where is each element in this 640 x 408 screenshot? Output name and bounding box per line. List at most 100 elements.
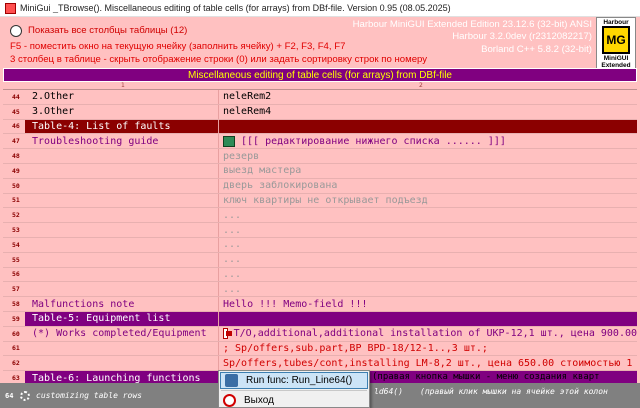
row-number: 51	[3, 193, 25, 208]
calendar-icon	[223, 328, 232, 340]
table-caption: Miscellaneous editing of table cells (fo…	[3, 68, 637, 82]
table-row[interactable]: 56...	[3, 267, 637, 283]
cell-col2-text: Sp/offers,tubes/cont,installing LM-8,2 ш…	[223, 357, 633, 369]
cell-col2[interactable]: [[[ редактирование нижнего списка ......…	[219, 134, 637, 149]
table-row[interactable]: 48 резерв	[3, 149, 637, 164]
table-row[interactable]: 62 Sp/offers,tubes/cont,installing LM-8,2…	[3, 356, 637, 372]
cell-col2[interactable]: ключ квартиры не открывает подъезд	[219, 193, 637, 208]
cell-col1[interactable]	[25, 356, 219, 371]
cell-col1[interactable]: Table-4: List of faults	[25, 119, 219, 134]
table-row[interactable]: 60 (*) Works completed/Equipment T/O,addit…	[3, 326, 637, 342]
table-row[interactable]: 59 Table-5: Equipment list	[3, 311, 637, 327]
row64-col2-text[interactable]: (правая кнопка мышки - меню создания ква…	[372, 372, 640, 382]
cell-col2[interactable]: neleRem2	[219, 90, 637, 104]
table-row[interactable]: 58 Malfunctions note Hello !!! Memo-field …	[3, 297, 637, 312]
cell-col2[interactable]: ...	[219, 208, 637, 223]
cell-col2-text: ...	[223, 209, 242, 221]
row-number: 56	[3, 267, 25, 282]
cell-col2[interactable]: резерв	[219, 149, 637, 163]
row-number: 53	[3, 223, 25, 237]
cell-col1[interactable]: Table-5: Equipment list	[25, 311, 219, 326]
cell-col1[interactable]	[25, 163, 219, 178]
cell-col2[interactable]: Hello !!! Memo-field !!!	[219, 297, 637, 311]
row-number: 54	[3, 237, 25, 252]
status-right-text: (правый клик мышки на ячейке этой колон	[420, 387, 608, 396]
cell-col2[interactable]: ...	[219, 252, 637, 267]
cell-col1[interactable]	[25, 282, 219, 297]
cell-col1[interactable]	[25, 223, 219, 237]
table-row[interactable]: 61 ; Sp/offers,sub.part,BP BPD-18/12-1..,…	[3, 341, 637, 357]
hint-f5: F5 - поместить окно на текущую ячейку (з…	[10, 41, 346, 52]
table-row[interactable]: 44 2.Other neleRem2	[3, 90, 637, 105]
show-columns-label[interactable]: Показать все столбцы таблицы (12)	[28, 25, 187, 36]
table-row[interactable]: 55...	[3, 252, 637, 268]
cell-col2[interactable]: ...	[219, 282, 637, 297]
row-number: 58	[3, 297, 25, 311]
cell-col2-text: ...	[223, 283, 242, 295]
cell-col2[interactable]: Sp/offers,tubes/cont,installing LM-8,2 ш…	[219, 356, 637, 371]
row-number: 50	[3, 178, 25, 193]
menu-item-exit[interactable]: Выход	[219, 391, 369, 408]
menu-item-run-func[interactable]: Run func: Run_Line64()	[220, 372, 368, 389]
status-mid-text: ld64()	[374, 387, 403, 396]
cell-col2-text: ; Sp/offers,sub.part,BP BPD-18/12-1..,3 …	[223, 342, 488, 354]
cell-col1[interactable]	[25, 208, 219, 223]
cell-col2[interactable]: дверь заблокирована	[219, 178, 637, 193]
show-columns-radio[interactable]	[10, 25, 22, 37]
cell-col2[interactable]: ...	[219, 267, 637, 282]
table-grid[interactable]: 1 2 44 2.Other neleRem2 45 3.Other neleRem4 46…	[3, 82, 637, 401]
menu-item-exit-label: Выход	[244, 395, 274, 406]
table-row[interactable]: 57...	[3, 282, 637, 298]
hint-col3: 3 столбец в таблице - скрыть отображение…	[10, 54, 428, 65]
cell-col1[interactable]: (*) Works completed/Equipment	[25, 326, 219, 341]
table-row[interactable]: 52...	[3, 208, 637, 224]
cell-col2[interactable]: T/O,additional,additional installation o…	[219, 326, 637, 341]
cell-col2[interactable]	[219, 311, 637, 326]
table-row[interactable]: 51 ключ квартиры не открывает подъезд	[3, 193, 637, 209]
cell-col2[interactable]	[219, 119, 637, 134]
window-titlebar: MiniGui _TBrowse(). Miscellaneous editin…	[0, 0, 640, 17]
row-number: 52	[3, 208, 25, 223]
row-number: 57	[3, 282, 25, 297]
status-left-text: customizing table rows	[36, 391, 142, 400]
cell-col1[interactable]	[25, 178, 219, 193]
table-row[interactable]: 45 3.Other neleRem4	[3, 104, 637, 120]
cell-col2[interactable]: neleRem4	[219, 104, 637, 119]
app-icon	[5, 2, 16, 14]
column-header-2[interactable]: 2	[419, 82, 423, 89]
row-number: 44	[3, 90, 25, 104]
cell-col1[interactable]	[25, 149, 219, 163]
cell-col1[interactable]	[25, 341, 219, 356]
cell-col1[interactable]	[25, 267, 219, 282]
cell-col2-text: резерв	[223, 150, 260, 162]
briefcase-icon	[223, 135, 235, 147]
cell-col1[interactable]: 3.Other	[25, 104, 219, 119]
table-row[interactable]: 53...	[3, 223, 637, 238]
cell-col2[interactable]: ; Sp/offers,sub.part,BP BPD-18/12-1..,3 …	[219, 341, 637, 356]
cell-col1[interactable]: Troubleshooting guide	[25, 134, 219, 149]
cell-col2[interactable]: выезд мастера	[219, 163, 637, 178]
header-panel: Показать все столбцы таблицы (12) F5 - п…	[0, 17, 640, 71]
harbour-minigui-logo: Harbour MG MiniGUI Extended	[596, 17, 636, 71]
cell-col1[interactable]: Malfunctions note	[25, 297, 219, 311]
row-number: 60	[3, 326, 25, 341]
cell-col2[interactable]: ...	[219, 237, 637, 252]
table-row[interactable]: 46 Table-4: List of faults	[3, 119, 637, 135]
column-header-1[interactable]: 1	[121, 82, 125, 89]
table-row[interactable]: 50 дверь заблокирована	[3, 178, 637, 194]
row-number: 48	[3, 149, 25, 163]
cell-col1[interactable]	[25, 252, 219, 267]
cell-col1[interactable]	[25, 237, 219, 252]
gear-icon[interactable]	[20, 390, 30, 401]
table-row[interactable]: 54...	[3, 237, 637, 253]
table-row[interactable]: 47 Troubleshooting guide [[[ редактировани…	[3, 134, 637, 150]
run-icon	[225, 374, 238, 387]
cell-col1[interactable]: 2.Other	[25, 90, 219, 104]
row-number: 47	[3, 134, 25, 149]
table-row[interactable]: 49 выезд мастера	[3, 163, 637, 179]
cell-col1[interactable]	[25, 193, 219, 208]
version-line-2: Harbour 3.2.0dev (r2312082217)	[452, 31, 592, 42]
cell-col2-text: ...	[223, 268, 242, 280]
cell-col2[interactable]: ...	[219, 223, 637, 237]
cell-col2-text: ключ квартиры не открывает подъезд	[223, 194, 428, 206]
